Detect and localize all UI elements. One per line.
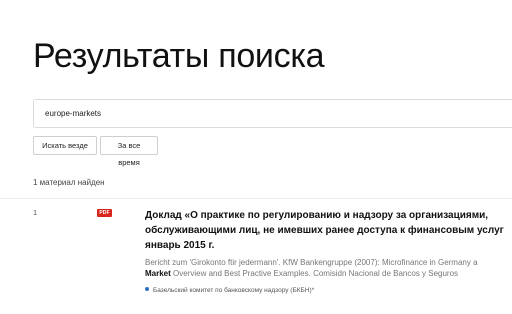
- results-count: 1 материал найден: [33, 178, 105, 187]
- search-scope-button[interactable]: Искать везде: [33, 136, 97, 155]
- page-title: Результаты поиска: [33, 37, 325, 75]
- result-title-link[interactable]: Доклад «О практике по регулированию и на…: [145, 208, 512, 253]
- result-title-line: обслуживающими лиц, не имевших ранее дос…: [145, 225, 504, 236]
- snippet-line: Market Overview and Best Practive Exampl…: [145, 268, 512, 279]
- result-index: 1: [33, 208, 38, 217]
- search-input[interactable]: [45, 100, 505, 127]
- result-source-label: Базельский комитет по банковскому надзор…: [153, 287, 315, 294]
- time-range-button[interactable]: За все время: [100, 136, 158, 167]
- result-title-line: январь 2015 г.: [145, 240, 215, 251]
- result-snippet: Bericht zum 'Girokonto ftir jedermann'. …: [145, 257, 512, 279]
- result-source-link[interactable]: Базельский комитет по банковскому надзор…: [145, 287, 314, 297]
- result-title-line: Доклад «О практике по регулированию и на…: [145, 210, 489, 221]
- source-dot-icon: [145, 287, 149, 292]
- results-divider: [0, 198, 512, 199]
- pdf-icon: PDF: [97, 209, 112, 217]
- search-box[interactable]: [33, 99, 512, 128]
- snippet-line: Bericht zum 'Girokonto ftir jedermann'. …: [145, 258, 478, 267]
- snippet-text: Overview and Best Practive Examples. Com…: [170, 269, 459, 278]
- snippet-highlight: Market: [145, 269, 171, 278]
